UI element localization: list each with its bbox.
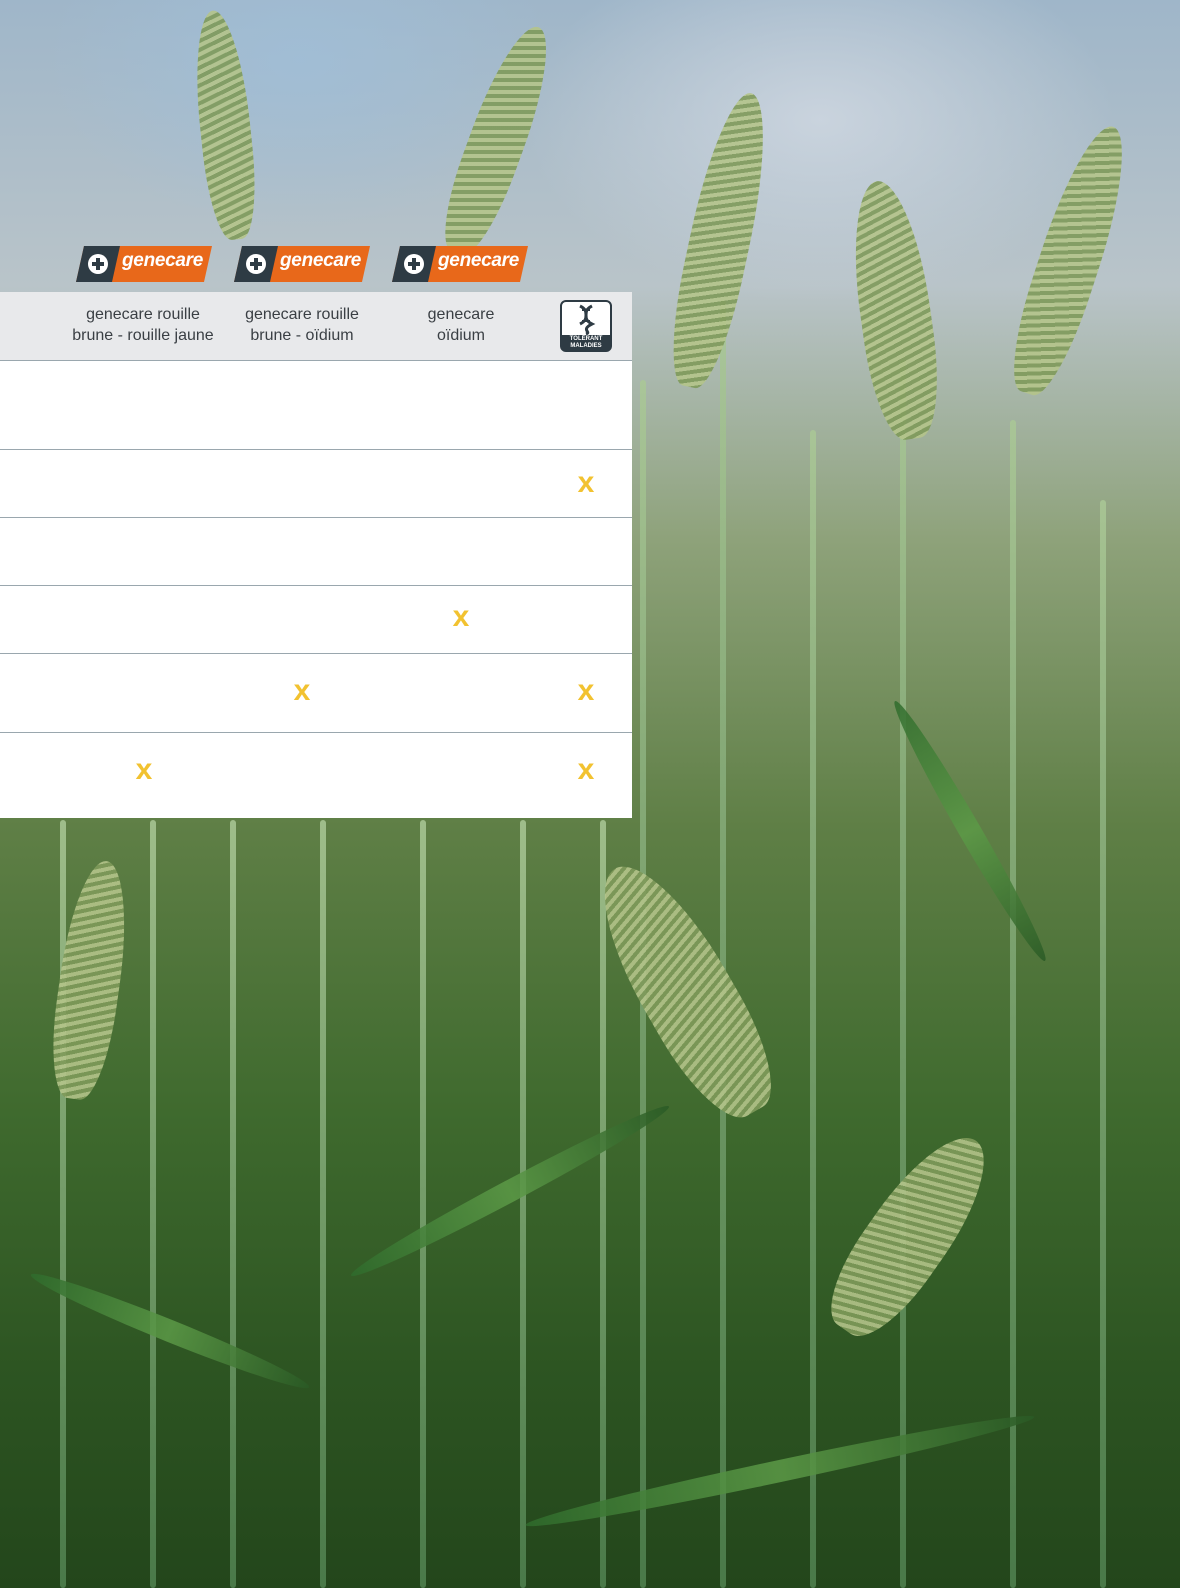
logo-wordmark: genecare <box>122 250 204 271</box>
check-mark: x <box>293 674 311 707</box>
badge-label: TOLÉRANT MALADIES <box>562 335 610 350</box>
stalk <box>150 820 156 1588</box>
column-header-rouille-brune-oidium: genecare rouille brune - oïdium <box>245 306 359 344</box>
check-mark: x <box>135 753 153 786</box>
leaf <box>885 695 1055 967</box>
wheat-ear <box>430 17 565 263</box>
leaf <box>26 1264 314 1398</box>
dna-icon <box>579 304 596 336</box>
stalk <box>520 820 526 1588</box>
tolerant-maladies-badge: TOLÉRANT MALADIES <box>560 300 612 352</box>
table-header: genecare rouille brune - rouille jaune g… <box>0 292 632 361</box>
wheat-ear <box>998 117 1142 403</box>
check-mark: x <box>577 466 595 499</box>
stalk <box>1100 500 1106 1588</box>
wheat-ear <box>576 846 794 1134</box>
check-mark: x <box>577 753 595 786</box>
stalk <box>1010 420 1016 1588</box>
wheat-ear <box>811 1117 1009 1353</box>
wheat-ear <box>43 856 137 1104</box>
genecare-logo-rouille-brune-rouille-jaune: genecare <box>76 244 212 284</box>
table-row: x <box>0 586 632 654</box>
leaf <box>345 1096 675 1286</box>
wheat-ear <box>842 176 948 444</box>
stalk <box>420 820 426 1588</box>
stalk <box>60 820 66 1588</box>
logo-wordmark: genecare <box>280 250 362 271</box>
stalk <box>230 820 236 1588</box>
column-header-oidium: genecare oïdium <box>427 306 495 344</box>
check-mark: x <box>452 600 470 633</box>
table-row: x <box>0 450 632 518</box>
stalk <box>600 820 606 1588</box>
column-header-rouille-brune-rouille-jaune: genecare rouille brune - rouille jaune <box>72 306 214 344</box>
disease-tolerance-table: genecare rouille brune - rouille jaune g… <box>0 292 632 818</box>
check-mark: x <box>577 674 595 707</box>
genecare-logo-rouille-brune-oidium: genecare <box>234 244 370 284</box>
table-row: x x <box>0 654 632 733</box>
table-row <box>0 518 632 586</box>
stalk <box>810 430 816 1588</box>
stalk <box>720 300 726 1588</box>
wheat-ear <box>188 8 262 242</box>
genecare-logo-oidium: genecare <box>392 244 528 284</box>
table-row: x x <box>0 733 632 811</box>
stalk <box>320 820 326 1588</box>
stalk <box>900 360 906 1588</box>
wheat-ear <box>659 87 781 393</box>
logo-wordmark: genecare <box>438 250 520 271</box>
table-row <box>0 361 632 450</box>
